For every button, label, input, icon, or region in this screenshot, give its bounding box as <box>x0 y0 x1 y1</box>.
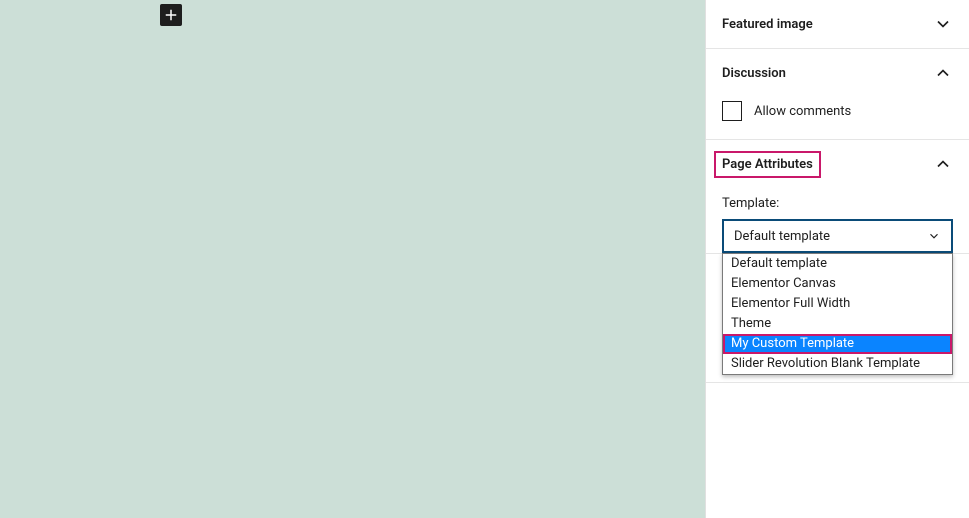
panel-title-highlight: Page Attributes <box>714 151 821 178</box>
settings-sidebar: Featured image Discussion Allow comments <box>705 0 969 518</box>
template-option[interactable]: Slider Revolution Blank Template <box>723 354 952 374</box>
plus-icon <box>162 6 180 24</box>
template-option-highlighted[interactable]: My Custom Template <box>723 334 952 354</box>
template-option[interactable]: Elementor Canvas <box>723 274 952 294</box>
panel-featured-image-toggle[interactable]: Featured image <box>706 0 969 48</box>
allow-comments-checkbox[interactable] <box>722 101 742 121</box>
panel-discussion: Discussion Allow comments <box>706 49 969 140</box>
allow-comments-row: Allow comments <box>706 101 969 139</box>
panel-discussion-toggle[interactable]: Discussion <box>706 49 969 97</box>
editor-canvas[interactable] <box>0 0 705 518</box>
add-block-button[interactable] <box>160 4 182 26</box>
allow-comments-label: Allow comments <box>754 104 851 119</box>
panel-page-attributes: Page Attributes Template: Default templa… <box>706 140 969 254</box>
chevron-down-icon <box>927 229 941 243</box>
template-dropdown: Default template Elementor Canvas Elemen… <box>722 253 953 375</box>
template-label: Template: <box>706 188 969 219</box>
chevron-down-icon <box>933 14 953 34</box>
chevron-up-icon <box>933 154 953 174</box>
template-select[interactable]: Default template <box>722 219 953 253</box>
template-option[interactable]: Elementor Full Width <box>723 294 952 314</box>
panel-featured-image: Featured image <box>706 0 969 49</box>
panel-page-attributes-toggle[interactable]: Page Attributes <box>706 140 969 188</box>
template-option[interactable]: Theme <box>723 314 952 334</box>
panel-title: Discussion <box>722 66 786 81</box>
chevron-up-icon <box>933 63 953 83</box>
panel-title: Featured image <box>722 17 813 32</box>
panel-title: Page Attributes <box>722 157 813 172</box>
template-selected-value: Default template <box>734 229 830 244</box>
template-option[interactable]: Default template <box>723 254 952 274</box>
